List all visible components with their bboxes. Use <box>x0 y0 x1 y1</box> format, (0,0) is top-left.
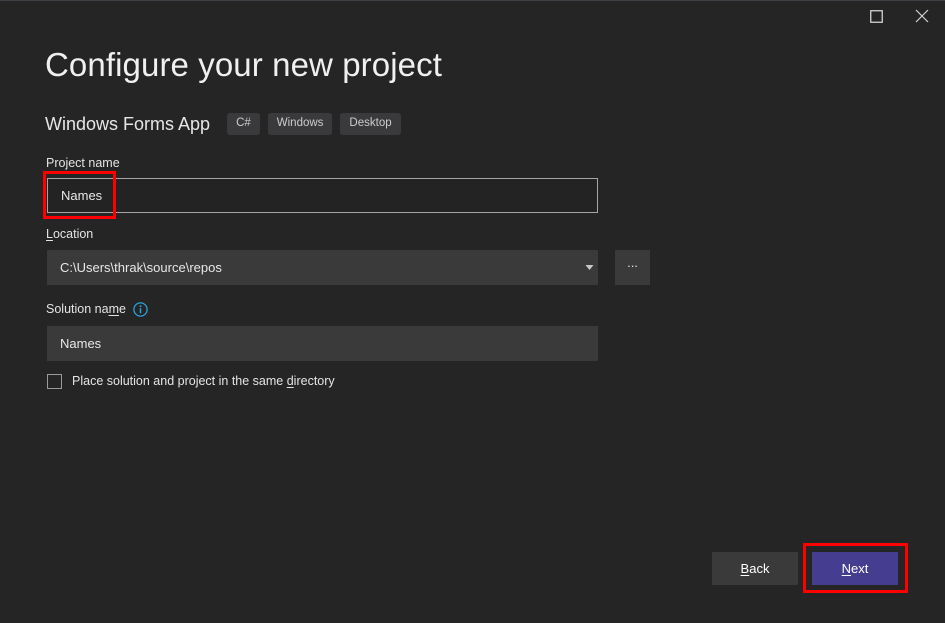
solution-name-label: Solution name <box>46 301 148 317</box>
next-label-mnemonic: N <box>841 561 852 576</box>
same-directory-row[interactable]: Place solution and project in the same d… <box>47 373 335 389</box>
same-directory-label-before: Place solution and project in the same <box>72 374 287 388</box>
location-label: Location <box>46 226 93 242</box>
project-name-label: Project name <box>46 156 120 170</box>
solution-name-label-before: Solution na <box>46 302 109 316</box>
info-icon[interactable] <box>133 301 148 317</box>
project-name-input[interactable] <box>47 178 598 213</box>
location-input[interactable] <box>47 250 598 285</box>
page-title: Configure your new project <box>45 46 442 83</box>
tag-project-type: Desktop <box>340 112 401 136</box>
title-bar <box>0 1 945 31</box>
back-button[interactable]: Back <box>712 552 798 585</box>
close-icon <box>915 9 929 23</box>
same-directory-label-after: irectory <box>293 374 335 388</box>
back-label-after: ack <box>749 561 770 576</box>
tag-language: C# <box>227 112 260 136</box>
template-name: Windows Forms App <box>45 114 211 134</box>
same-directory-label-mnemonic: d <box>286 374 294 388</box>
solution-name-input[interactable] <box>47 326 598 361</box>
location-label-after: ocation <box>52 227 94 241</box>
close-button[interactable] <box>899 1 945 31</box>
next-button-label: Next <box>842 561 869 576</box>
back-button-label: Back <box>741 561 770 576</box>
tag-platform: Windows <box>267 112 333 136</box>
next-label-after: ext <box>851 561 869 576</box>
solution-name-label-text: Solution name <box>46 301 126 317</box>
solution-name-label-mnemonic: m <box>108 302 119 316</box>
back-label-mnemonic: B <box>740 561 750 576</box>
next-button[interactable]: Next <box>812 552 898 585</box>
solution-name-label-after: e <box>118 302 126 316</box>
browse-location-button[interactable]: ... <box>615 250 650 285</box>
same-directory-label: Place solution and project in the same d… <box>72 373 335 389</box>
same-directory-checkbox[interactable] <box>47 373 62 389</box>
square-icon <box>869 9 883 23</box>
template-summary: Windows Forms App C# Windows Desktop <box>45 111 401 137</box>
tag-list: C# Windows Desktop <box>227 112 401 136</box>
location-label-mnemonic: L <box>46 227 53 241</box>
configure-project-dialog: Configure your new project Windows Forms… <box>0 0 945 623</box>
maximize-button[interactable] <box>853 1 899 31</box>
